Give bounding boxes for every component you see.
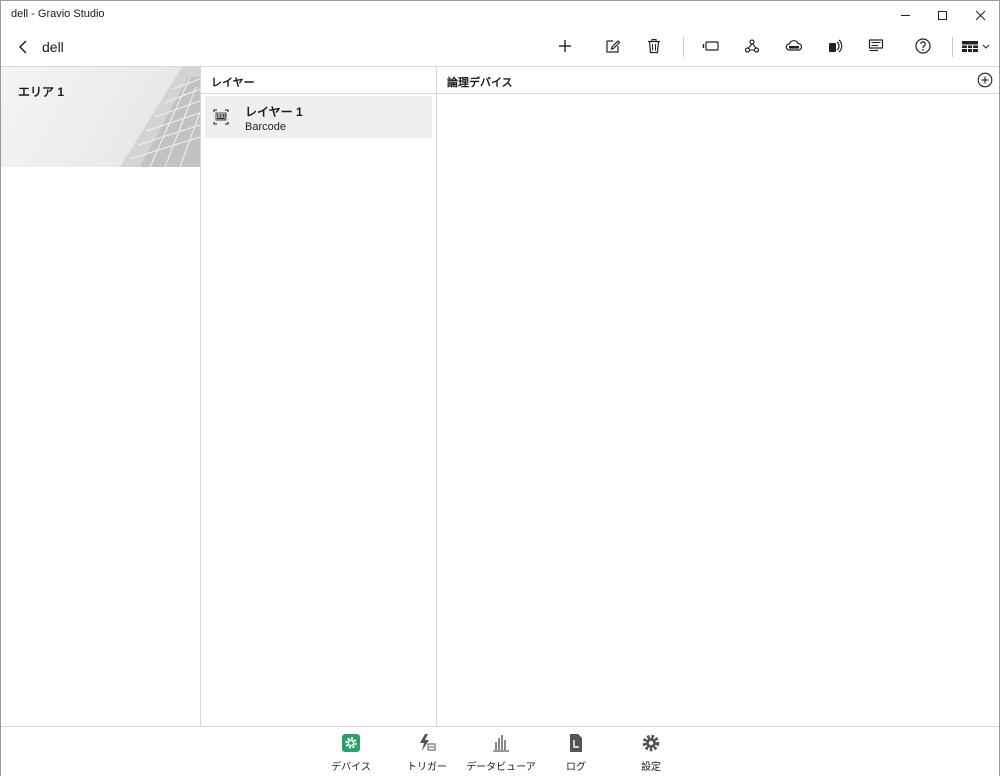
minimize-button[interactable] [886, 1, 924, 29]
barcode-icon [213, 109, 229, 125]
toolbar-divider [952, 37, 953, 57]
close-button[interactable] [961, 1, 999, 29]
page-title: dell [42, 39, 64, 55]
help-icon [915, 38, 931, 54]
log-icon [570, 734, 582, 752]
webhook-icon [744, 39, 760, 53]
delete-button[interactable] [642, 35, 666, 57]
add-button[interactable] [553, 35, 577, 57]
toolbar: dell [1, 29, 999, 65]
layers-panel: レイヤー レイヤー 1 Barcode [201, 66, 437, 726]
logical-devices-header: 論理デバイス [437, 67, 999, 94]
nfc-button[interactable] [823, 35, 847, 57]
window-title: dell - Gravio Studio [11, 8, 105, 20]
device-icon [702, 41, 719, 51]
app-window: dell - Gravio Studio dell エリア 1 レイヤー レイヤ… [0, 0, 1000, 776]
layer-name: レイヤー 1 [245, 105, 303, 119]
close-icon [975, 10, 985, 20]
maximize-icon [937, 10, 947, 20]
toolbar-divider [683, 37, 684, 57]
add-circle-icon[interactable] [977, 72, 993, 88]
area-card[interactable]: エリア 1 [1, 67, 200, 167]
nav-data-viewer[interactable]: データビューア [463, 733, 539, 776]
list-button[interactable] [864, 35, 888, 57]
layer-item[interactable]: レイヤー 1 Barcode [205, 96, 432, 138]
layers-header-label: レイヤー [211, 77, 255, 89]
minimize-icon [900, 14, 910, 16]
title-bar: dell - Gravio Studio [1, 1, 999, 29]
help-button[interactable] [911, 35, 935, 57]
chart-icon [493, 735, 509, 752]
list-icon [868, 39, 884, 52]
view-dropdown-button[interactable] [959, 35, 993, 57]
nav-settings-label: 設定 [641, 762, 661, 773]
device-gear-icon [342, 734, 360, 752]
plus-icon [559, 40, 571, 52]
area-name: エリア 1 [18, 85, 65, 99]
logical-devices-panel: 論理デバイス [437, 66, 999, 726]
settings-icon [642, 734, 660, 752]
nav-devices[interactable]: デバイス [313, 733, 389, 776]
view-grid-icon [962, 41, 990, 52]
nfc-icon [829, 39, 843, 53]
edit-button[interactable] [601, 35, 625, 57]
mqtt-button[interactable] [782, 35, 806, 57]
building-image [120, 67, 200, 167]
webhook-button[interactable] [740, 35, 764, 57]
nav-triggers[interactable]: トリガー [389, 733, 465, 776]
nav-devices-label: デバイス [331, 762, 371, 773]
back-button[interactable] [13, 37, 33, 57]
bottom-navigation: デバイス トリガー データビューア ログ 設定 [1, 726, 999, 776]
nav-log[interactable]: ログ [538, 733, 614, 776]
trigger-icon [420, 734, 436, 751]
chevron-left-icon [18, 40, 27, 54]
edit-icon [606, 40, 621, 53]
mqtt-cloud-icon [785, 40, 803, 51]
maximize-button[interactable] [923, 1, 961, 29]
nav-settings[interactable]: 設定 [613, 733, 689, 776]
nav-data-viewer-label: データビューア [466, 762, 536, 773]
trash-icon [648, 38, 660, 54]
layer-type: Barcode [245, 121, 286, 133]
device-button[interactable] [699, 35, 723, 57]
nav-triggers-label: トリガー [407, 762, 447, 773]
logical-devices-header-label: 論理デバイス [447, 77, 513, 89]
layers-header: レイヤー [201, 67, 436, 94]
nav-log-label: ログ [566, 762, 586, 773]
areas-panel: エリア 1 [1, 66, 201, 726]
